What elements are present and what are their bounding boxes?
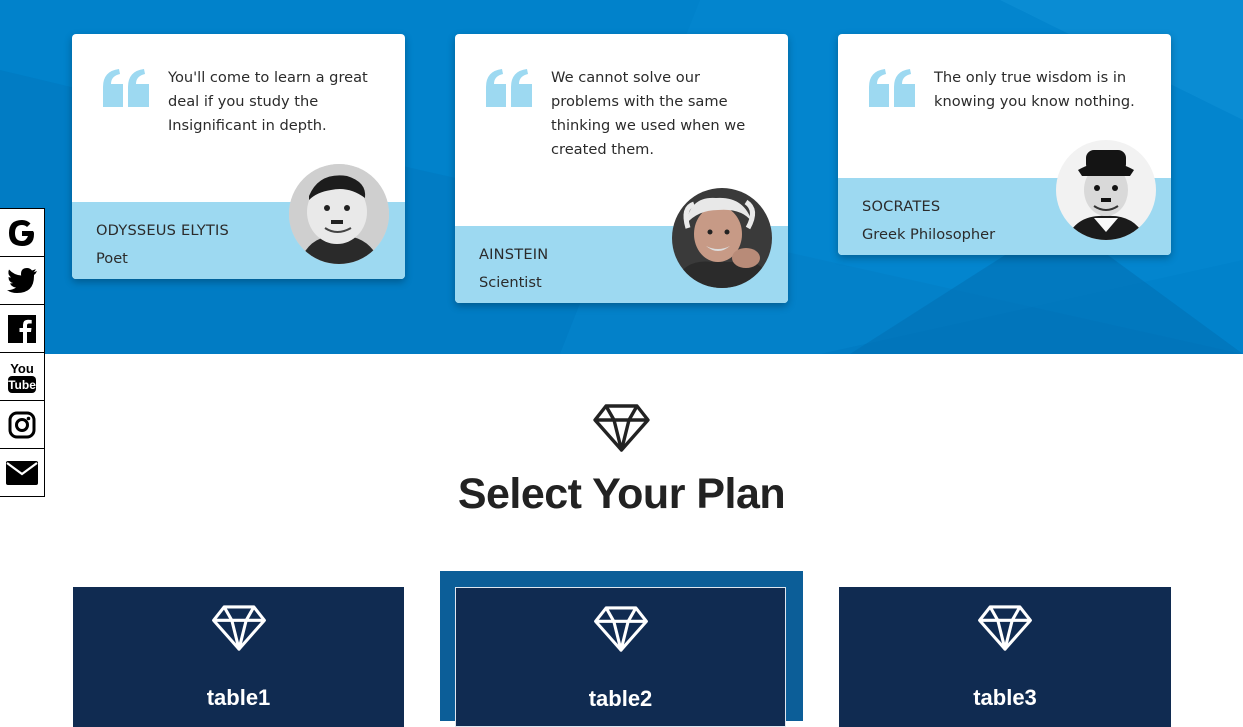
quote-text: We cannot solve our problems with the sa… bbox=[551, 69, 746, 158]
quote-icon bbox=[103, 69, 149, 107]
quote-icon bbox=[486, 69, 532, 107]
plan-name: table1 bbox=[206, 685, 271, 710]
youtube-icon: You Tube bbox=[8, 361, 36, 393]
twitter-icon bbox=[7, 267, 37, 293]
author-avatar bbox=[289, 164, 389, 264]
diamond-icon bbox=[593, 606, 648, 652]
twitter-link[interactable] bbox=[0, 257, 44, 305]
plan-name: table2 bbox=[588, 686, 653, 711]
plan-card-featured[interactable]: table2 bbox=[455, 587, 786, 727]
google-link[interactable] bbox=[0, 209, 44, 257]
svg-text:Tube: Tube bbox=[8, 378, 36, 392]
plan-name: table3 bbox=[973, 685, 1037, 710]
quote-text: The only true wisdom is in knowing you k… bbox=[934, 69, 1135, 110]
author-role: Poet bbox=[96, 250, 128, 267]
quote-icon bbox=[869, 69, 915, 107]
author-name: SOCRATES bbox=[862, 198, 941, 215]
author-avatar bbox=[672, 188, 772, 288]
author-name: ODYSSEUS ELYTIS bbox=[96, 222, 229, 239]
plan-card[interactable]: table3 bbox=[839, 587, 1171, 727]
youtube-link[interactable]: You Tube bbox=[0, 353, 44, 401]
instagram-link[interactable] bbox=[0, 401, 44, 449]
testimonial-card: You'll come to learn a great deal if you… bbox=[72, 34, 405, 279]
quote-text: You'll come to learn a great deal if you… bbox=[168, 69, 368, 134]
testimonial-card: We cannot solve our problems with the sa… bbox=[455, 34, 788, 303]
diamond-icon bbox=[593, 404, 650, 452]
author-role: Scientist bbox=[479, 274, 542, 291]
facebook-icon bbox=[8, 314, 36, 343]
testimonials-section: You'll come to learn a great deal if you… bbox=[0, 0, 1243, 354]
author-name: AINSTEIN bbox=[479, 246, 549, 263]
author-avatar bbox=[1056, 140, 1156, 240]
facebook-link[interactable] bbox=[0, 305, 44, 353]
section-title: Select Your Plan bbox=[457, 470, 786, 518]
diamond-icon bbox=[978, 605, 1032, 651]
plan-card[interactable]: table1 bbox=[73, 587, 404, 727]
instagram-icon bbox=[8, 411, 36, 438]
google-icon bbox=[9, 219, 34, 246]
author-role: Greek Philosopher bbox=[862, 226, 996, 243]
testimonial-card: The only true wisdom is in knowing you k… bbox=[838, 34, 1171, 255]
svg-text:You: You bbox=[10, 361, 34, 376]
social-sidebar: You Tube bbox=[0, 208, 45, 497]
diamond-icon bbox=[211, 605, 266, 651]
